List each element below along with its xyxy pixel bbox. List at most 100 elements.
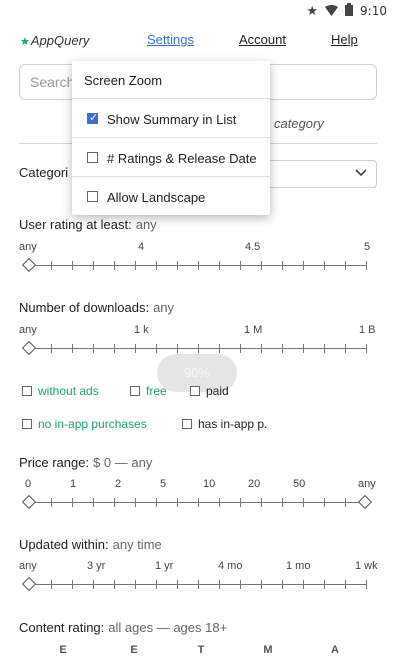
nav-settings-link[interactable]: Settings (147, 32, 194, 47)
menu-item-ratings-release-date[interactable]: # Ratings & Release Date (72, 139, 270, 177)
scale-label: 4 mo (218, 560, 243, 572)
scale-label: 5 (160, 478, 167, 490)
menu-item-label: Show Summary in List (107, 112, 237, 127)
scale-label: any (19, 324, 37, 336)
category-hint: category (274, 116, 324, 131)
slider-handle[interactable] (21, 340, 37, 356)
menu-item-show-summary[interactable]: ✓ Show Summary in List (72, 100, 270, 138)
settings-menu: Screen Zoom ✓ Show Summary in List # Rat… (72, 61, 270, 215)
slider-handle[interactable] (21, 576, 37, 592)
menu-item-allow-landscape[interactable]: Allow Landscape (72, 178, 270, 216)
scale-label: any (19, 560, 37, 572)
without-ads-checkbox[interactable] (22, 386, 32, 396)
content-rating-scale[interactable]: E E T M A (0, 640, 397, 668)
scale-label: 0 (25, 478, 32, 490)
scale-label: any (19, 241, 37, 253)
no-iap-checkbox[interactable] (22, 419, 32, 429)
scale-label: 20 (248, 478, 261, 490)
paid-checkbox[interactable] (190, 386, 200, 396)
checkbox-checked-icon[interactable]: ✓ (87, 112, 98, 124)
updated-value: any time (112, 537, 162, 552)
menu-item-screen-zoom[interactable]: Screen Zoom (72, 61, 270, 99)
scale-label: 1 k (134, 324, 149, 336)
updated-title: Updated within: any time (19, 537, 162, 552)
logo-star-icon: ★ (20, 36, 30, 48)
updated-slider[interactable] (21, 576, 370, 592)
slider-handle[interactable] (21, 257, 37, 273)
free-checkbox[interactable] (130, 386, 140, 396)
status-time: 9:10 (360, 4, 387, 18)
checkbox-icon[interactable] (87, 152, 98, 163)
price-value: $ 0 — any (93, 455, 153, 470)
updated-label: Updated within: (19, 537, 109, 552)
paid-label[interactable]: paid (206, 384, 229, 398)
user-rating-slider[interactable] (21, 257, 370, 273)
brand-name: AppQuery (30, 33, 90, 48)
free-label[interactable]: free (146, 384, 167, 398)
slider-tick (366, 261, 367, 270)
status-bar: ★ 9:10 (0, 0, 397, 24)
scale-label: any (358, 478, 376, 490)
scale-label: 1 (70, 478, 77, 490)
scale-label: 1 yr (155, 560, 174, 572)
scale-label: 5 (364, 241, 371, 253)
slider-track (30, 348, 366, 349)
rating-e10-icon: E (130, 644, 138, 656)
ad-filter-row: without ads free paid (0, 384, 397, 402)
rating-t-icon: T (197, 644, 205, 656)
without-ads-label[interactable]: without ads (38, 384, 99, 398)
has-iap-checkbox[interactable] (182, 419, 192, 429)
price-slider[interactable] (21, 494, 373, 510)
scale-label: 10 (203, 478, 216, 490)
chevron-down-icon (355, 165, 367, 181)
slider-track (30, 502, 366, 503)
checkbox-icon[interactable] (87, 191, 98, 202)
slider-track (30, 584, 366, 585)
user-rating-scale: any 4 4.5 5 (0, 241, 397, 257)
category-label: Categori (19, 165, 69, 180)
nav-help-link[interactable]: Help (331, 32, 358, 47)
price-max-handle[interactable] (357, 494, 373, 510)
no-iap-label[interactable]: no in-app purchases (38, 417, 147, 431)
scale-label: 2 (115, 478, 122, 490)
status-icons: ★ 9:10 (306, 3, 387, 19)
scale-label: 1 M (244, 324, 263, 336)
downloads-label: Number of downloads: (19, 300, 150, 315)
user-rating-title: User rating at least: any (19, 217, 157, 232)
app-logo[interactable]: ★AppQuery (20, 33, 89, 48)
rating-m-icon: M (263, 644, 273, 656)
user-rating-label: User rating at least: (19, 217, 132, 232)
scale-label: 4 (138, 241, 145, 253)
updated-scale: any 3 yr 1 yr 4 mo 1 mo 1 wk (0, 560, 397, 576)
scale-label: 1 B (359, 324, 376, 336)
nav-account-link[interactable]: Account (239, 32, 286, 47)
scale-label: 1 wk (355, 560, 378, 572)
iap-filter-row: no in-app purchases has in-app p. (0, 417, 397, 435)
star-icon: ★ (306, 3, 319, 18)
content-rating-label: Content rating: (19, 620, 105, 635)
menu-item-label: Screen Zoom (84, 73, 163, 88)
price-title: Price range: $ 0 — any (19, 455, 152, 470)
has-iap-label[interactable]: has in-app p. (198, 417, 267, 431)
slider-tick (366, 344, 367, 353)
rating-a-icon: A (331, 644, 339, 656)
rating-e-icon: E (59, 644, 67, 656)
battery-icon (345, 3, 354, 19)
downloads-value: any (153, 300, 175, 315)
scale-label: 1 mo (286, 560, 311, 572)
slider-tick (366, 580, 367, 589)
scale-label: 3 yr (87, 560, 106, 572)
scale-label: 4.5 (245, 241, 261, 253)
downloads-title: Number of downloads: any (19, 300, 174, 315)
menu-item-label: # Ratings & Release Date (107, 151, 257, 166)
scale-label: 50 (293, 478, 306, 490)
content-rating-title: Content rating: all ages — ages 18+ (19, 620, 227, 635)
price-scale: 0 1 2 5 10 20 50 any (0, 478, 397, 494)
downloads-scale: any 1 k 1 M 1 B (0, 324, 397, 340)
wifi-icon (325, 4, 339, 19)
price-label: Price range: (19, 455, 90, 470)
price-min-handle[interactable] (21, 494, 37, 510)
slider-track (30, 265, 366, 266)
top-navigation: ★AppQuery Settings Account Help (0, 24, 397, 58)
user-rating-value: any (135, 217, 157, 232)
